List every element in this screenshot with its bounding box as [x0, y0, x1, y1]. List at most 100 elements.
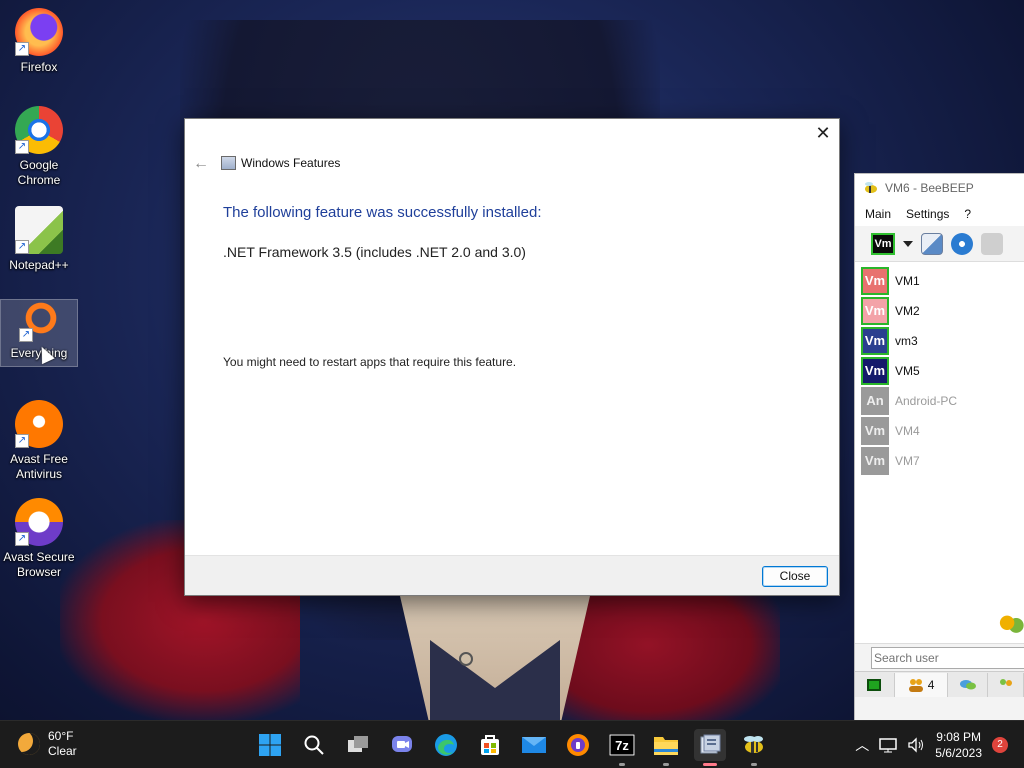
taskbar-file-explorer[interactable] [650, 729, 682, 766]
taskbar-teams-chat[interactable] [386, 729, 418, 761]
shortcut-arrow-icon: ↗ [15, 42, 29, 56]
beebeep-window: VM6 - BeeBEEP Main Settings ? Vm Vm VM1 … [854, 173, 1024, 720]
user-search-bar [855, 643, 1024, 671]
user-avatar: Vm [861, 447, 889, 475]
user-row-vm1[interactable]: Vm VM1 [855, 266, 1024, 296]
user-name: VM2 [895, 304, 920, 318]
close-button[interactable]: Close [762, 566, 828, 587]
taskbar-avast-secure-browser[interactable] [562, 729, 594, 761]
show-hidden-icons-chevron-icon[interactable]: ︿ [855, 735, 869, 755]
user-avatar: Vm [861, 267, 889, 295]
user-row-vm5[interactable]: Vm VM5 [855, 356, 1024, 386]
network-broadcast-icon[interactable] [951, 232, 973, 255]
user-row-vm4[interactable]: Vm VM4 [855, 416, 1024, 446]
desktop-icon-chrome[interactable]: ↗ Google Chrome [0, 102, 78, 188]
user-avatar: An [861, 387, 889, 415]
beebeep-icon [744, 736, 763, 753]
shortcut-arrow-icon: ↗ [15, 140, 29, 154]
desktop-icon-label: Avast Secure Browser [3, 550, 75, 579]
microsoft-store-icon [481, 735, 499, 755]
tab-groups[interactable] [988, 672, 1024, 697]
desktop-icon-label: Notepad++ [9, 258, 69, 272]
taskbar: 60°F Clear 7z ︿ 9:08 PM 5/6/2023 2 [0, 720, 1024, 768]
edge-icon [435, 734, 457, 756]
windows-features-icon [221, 156, 236, 170]
tab-home[interactable] [855, 672, 895, 697]
user-name: Android-PC [895, 394, 958, 408]
beebeep-icon [865, 182, 877, 193]
file-share-icon[interactable] [981, 232, 1003, 255]
shortcut-arrow-icon: ↗ [15, 240, 29, 254]
running-indicator [619, 763, 625, 766]
user-avatar: Vm [861, 327, 889, 355]
running-indicator [751, 763, 757, 766]
weather-temperature: 60°F [48, 729, 74, 743]
desktop-icon-label: Firefox [20, 60, 58, 74]
user-name: VM5 [895, 364, 920, 378]
users-icon [908, 678, 923, 692]
tab-users[interactable]: 4 [894, 672, 949, 697]
avast-secure-browser-icon: ↗ [15, 498, 63, 546]
shortcut-arrow-icon: ↗ [19, 328, 33, 342]
desktop-icon-firefox[interactable]: ↗ Firefox [0, 4, 78, 75]
user-row-vm7[interactable]: Vm VM7 [855, 446, 1024, 476]
dialog-close-icon[interactable]: ✕ [813, 123, 833, 143]
taskbar-windows-features[interactable] [694, 729, 726, 766]
user-row-vm2[interactable]: Vm VM2 [855, 296, 1024, 326]
taskbar-search[interactable] [298, 729, 330, 761]
chat-bubbles-icon [959, 679, 976, 689]
user-avatar: Vm [861, 297, 889, 325]
taskbar-microsoft-store[interactable] [474, 729, 506, 761]
groups-icon [999, 678, 1012, 686]
search-icon [304, 735, 324, 755]
user-avatar: Vm [861, 357, 889, 385]
search-user-input[interactable] [871, 646, 1024, 669]
taskbar-beebeep[interactable] [738, 729, 770, 766]
user-row-android-pc[interactable]: An Android-PC [855, 386, 1024, 416]
desktop-icon-avast-antivirus[interactable]: ↗ Avast Free Antivirus [0, 396, 78, 482]
beebeep-menubar: Main Settings ? [855, 202, 1024, 226]
weather-condition: Clear [48, 744, 77, 758]
taskbar-apps: 7z [254, 729, 770, 766]
user-name: VM7 [895, 454, 920, 468]
taskbar-task-view[interactable] [342, 729, 374, 761]
status-dropdown-icon[interactable] [903, 240, 913, 247]
moon-weather-icon [18, 733, 40, 755]
desktop-icon-avast-secure-browser[interactable]: ↗ Avast Secure Browser [0, 494, 78, 580]
back-arrow-icon[interactable]: ← [193, 155, 209, 173]
dialog-footer: Close [185, 555, 839, 595]
home-screen-icon [867, 678, 882, 691]
volume-icon[interactable] [907, 737, 925, 753]
taskbar-mail[interactable] [518, 729, 550, 761]
chrome-icon: ↗ [15, 106, 63, 154]
taskbar-edge[interactable] [430, 729, 462, 761]
7zip-icon: 7z [609, 734, 635, 756]
menu-help[interactable]: ? [954, 207, 976, 221]
menu-main[interactable]: Main [855, 207, 896, 221]
shortcut-arrow-icon: ↗ [15, 532, 29, 546]
taskbar-clock[interactable]: 9:08 PM 5/6/2023 [935, 729, 982, 761]
avast-icon: ↗ [15, 400, 63, 448]
desktop-icon-label: Google Chrome [17, 158, 61, 187]
start-button[interactable] [254, 729, 286, 761]
taskbar-7zip[interactable]: 7z [606, 729, 638, 766]
clock-date: 5/6/2023 [935, 746, 982, 760]
network-icon[interactable] [879, 737, 898, 753]
svg-text:7z: 7z [615, 738, 629, 753]
clock-time: 9:08 PM [936, 730, 981, 744]
edit-profile-icon[interactable] [921, 232, 943, 255]
dialog-title: Windows Features [241, 156, 341, 170]
restart-note: You might need to restart apps that requ… [223, 355, 517, 369]
user-row-vm3[interactable]: Vm vm3 [855, 326, 1024, 356]
weather-widget[interactable]: 60°F Clear [18, 729, 77, 759]
task-view-icon [348, 736, 368, 752]
tab-chats[interactable] [948, 672, 989, 697]
user-list: Vm VM1 Vm VM2 Vm vm3 Vm VM5 An Android-P… [855, 262, 1024, 643]
beebeep-titlebar[interactable]: VM6 - BeeBEEP [855, 174, 1024, 202]
notification-badge[interactable]: 2 [992, 737, 1008, 753]
avast-secure-browser-icon [567, 734, 589, 756]
file-explorer-icon [654, 737, 678, 755]
menu-settings[interactable]: Settings [896, 207, 954, 221]
my-status-avatar[interactable]: Vm [871, 232, 895, 255]
desktop-icon-notepadpp[interactable]: ↗ Notepad++ [0, 202, 78, 273]
